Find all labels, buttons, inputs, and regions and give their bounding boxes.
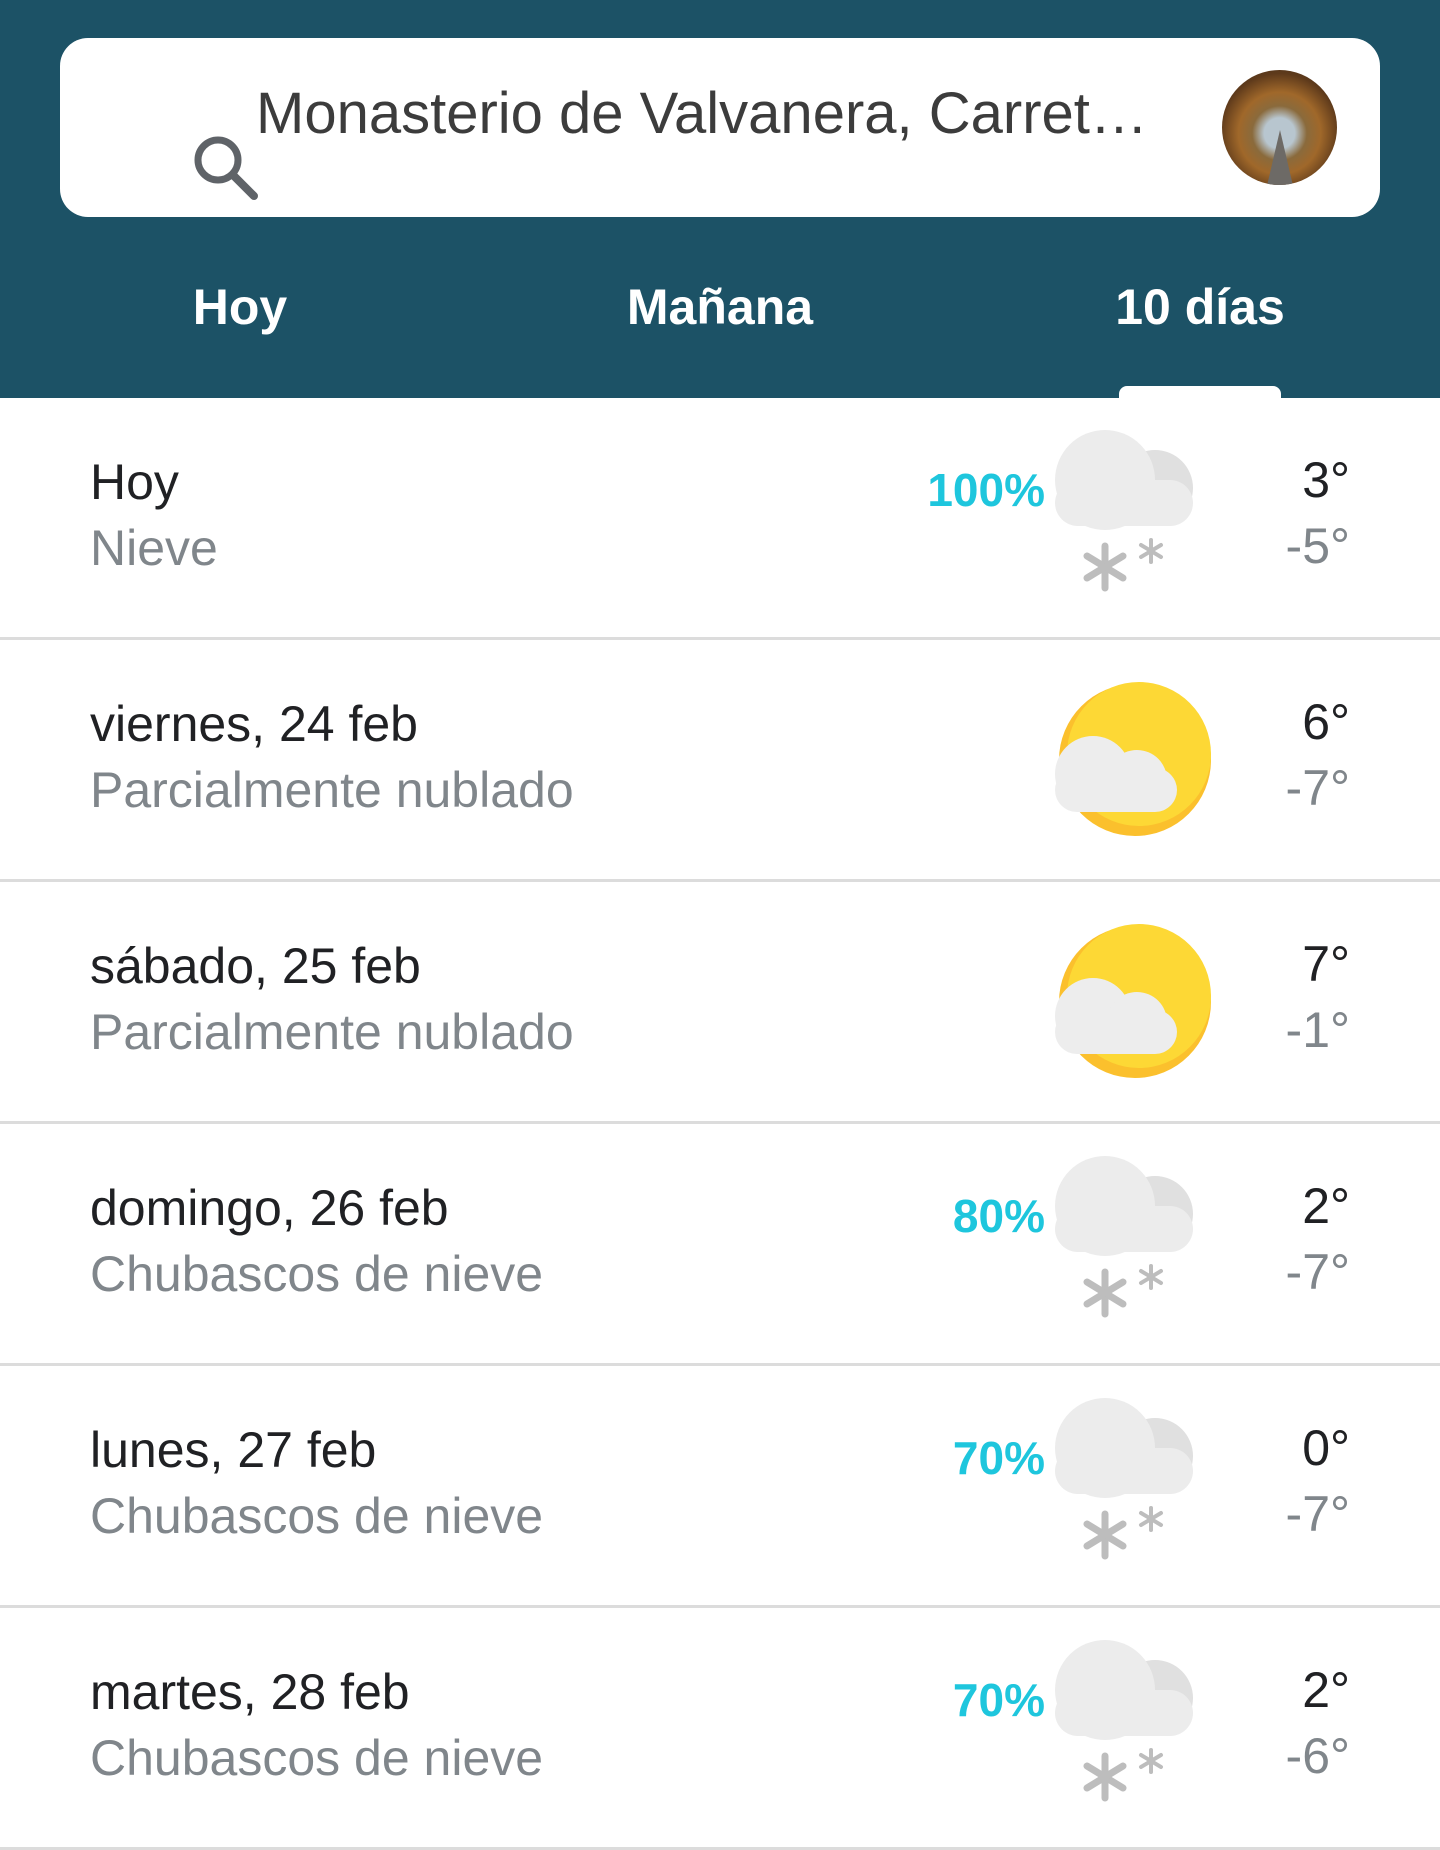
tab-selected-indicator — [1119, 386, 1281, 398]
precip-chance: 70% — [952, 1432, 1045, 1484]
forecast-row[interactable]: domingo, 26 feb Chubascos de nieve 80% 2… — [0, 1124, 1440, 1366]
low-temp: -1° — [1285, 1002, 1350, 1058]
search-bar[interactable]: Monasterio de Valvanera, Carret… — [60, 38, 1380, 217]
partly-cloudy-icon — [1045, 912, 1225, 1092]
forecast-row[interactable]: Hoy Nieve 100% 3° -5° — [0, 398, 1440, 640]
forecast-day: domingo, 26 feb — [90, 1180, 449, 1236]
search-icon[interactable] — [186, 128, 266, 208]
high-temp: 7° — [1302, 936, 1350, 992]
low-temp: -7° — [1285, 760, 1350, 816]
partly-cloudy-icon — [1045, 670, 1225, 850]
app-header: Monasterio de Valvanera, Carret… Hoy Mañ… — [0, 0, 1440, 398]
tab-hoy[interactable]: Hoy — [20, 272, 460, 342]
forecast-row[interactable]: lunes, 27 feb Chubascos de nieve 70% 0° … — [0, 1366, 1440, 1608]
snow-icon — [1045, 1396, 1225, 1576]
high-temp: 3° — [1302, 452, 1350, 508]
high-temp: 6° — [1302, 694, 1350, 750]
forecast-condition: Parcialmente nublado — [90, 1004, 574, 1060]
forecast-row[interactable]: sábado, 25 feb Parcialmente nublado 7° -… — [0, 882, 1440, 1124]
high-temp: 2° — [1302, 1662, 1350, 1718]
low-temp: -5° — [1285, 518, 1350, 574]
precip-chance: 70% — [952, 1674, 1045, 1726]
low-temp: -7° — [1285, 1244, 1350, 1300]
forecast-condition: Nieve — [90, 520, 218, 576]
snow-icon — [1045, 1154, 1225, 1334]
forecast-day: Hoy — [90, 454, 179, 510]
forecast-row[interactable]: martes, 28 feb Chubascos de nieve 70% 2°… — [0, 1608, 1440, 1850]
low-temp: -7° — [1285, 1486, 1350, 1542]
forecast-day: lunes, 27 feb — [90, 1422, 377, 1478]
forecast-condition: Chubascos de nieve — [90, 1246, 544, 1302]
forecast-day: martes, 28 feb — [90, 1664, 410, 1720]
high-temp: 0° — [1302, 1420, 1350, 1476]
high-temp: 2° — [1302, 1178, 1350, 1234]
precip-chance: 80% — [952, 1190, 1045, 1242]
forecast-day: viernes, 24 feb — [90, 696, 418, 752]
tab-manana[interactable]: Mañana — [500, 272, 940, 342]
precip-chance: 100% — [927, 464, 1045, 516]
forecast-condition: Parcialmente nublado — [90, 762, 574, 818]
forecast-condition: Chubascos de nieve — [90, 1730, 544, 1786]
snow-icon — [1045, 1638, 1225, 1818]
search-location-text[interactable]: Monasterio de Valvanera, Carret… — [256, 72, 1196, 156]
tab-10-dias[interactable]: 10 días — [980, 272, 1420, 342]
low-temp: -6° — [1285, 1728, 1350, 1784]
avatar[interactable] — [1222, 70, 1337, 185]
forecast-condition: Chubascos de nieve — [90, 1488, 544, 1544]
forecast-day: sábado, 25 feb — [90, 938, 421, 994]
snow-icon — [1045, 428, 1225, 608]
forecast-row[interactable]: viernes, 24 feb Parcialmente nublado 6° … — [0, 640, 1440, 882]
